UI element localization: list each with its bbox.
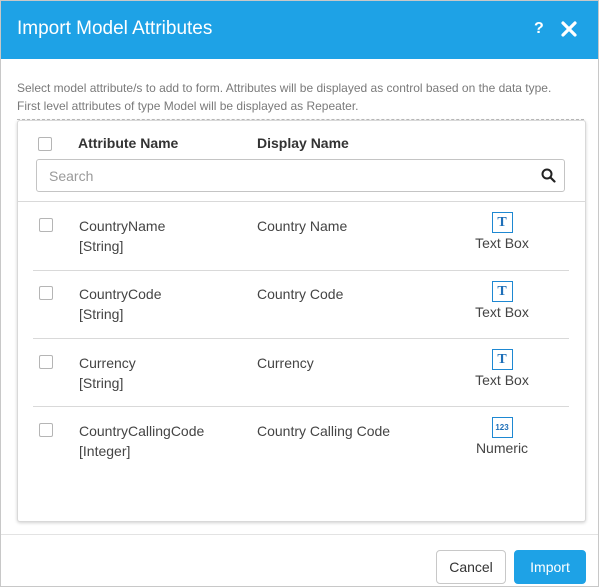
control-type: 123 Numeric xyxy=(462,417,542,456)
row-checkbox[interactable] xyxy=(39,423,53,437)
table-row[interactable]: Currency [String] Currency T Text Box xyxy=(18,339,585,407)
attribute-name: CountryName xyxy=(79,218,166,234)
column-header-attribute-name: Attribute Name xyxy=(78,135,179,151)
dialog-description: Select model attribute/s to add to form.… xyxy=(17,79,589,115)
attribute-name: CountryCode xyxy=(79,286,162,302)
table-row[interactable]: CountryCode [String] Country Code T Text… xyxy=(18,271,585,339)
attribute-type: [String] xyxy=(79,238,124,254)
control-type: T Text Box xyxy=(462,349,542,388)
control-label: Text Box xyxy=(475,304,529,320)
attribute-name-cell: CountryCallingCode [Integer] xyxy=(79,421,204,461)
footer-divider xyxy=(1,534,598,535)
display-name: Currency xyxy=(257,355,314,371)
attribute-type: [Integer] xyxy=(79,443,131,459)
attribute-type: [String] xyxy=(79,375,124,391)
attributes-panel: Attribute Name Display Name CountryName … xyxy=(17,120,586,522)
dialog-title: Import Model Attributes xyxy=(17,18,213,39)
row-checkbox[interactable] xyxy=(39,218,53,232)
numeric-icon: 123 xyxy=(491,417,513,438)
description-line-2: First level attributes of type Model wil… xyxy=(17,99,359,113)
dialog-titlebar: Import Model Attributes ? xyxy=(1,1,598,59)
control-type: T Text Box xyxy=(462,212,542,251)
text-box-icon: T xyxy=(491,281,513,302)
close-icon[interactable] xyxy=(561,17,581,41)
attribute-name-cell: CountryName [String] xyxy=(79,216,165,256)
description-line-1: Select model attribute/s to add to form.… xyxy=(17,81,552,95)
control-type: T Text Box xyxy=(462,281,542,320)
import-model-attributes-dialog: Import Model Attributes ? Select model a… xyxy=(0,0,599,587)
table-row[interactable]: CountryCallingCode [Integer] Country Cal… xyxy=(18,407,585,475)
display-name: Country Code xyxy=(257,286,344,302)
attribute-name-cell: Currency [String] xyxy=(79,353,136,393)
attribute-type: [String] xyxy=(79,306,124,322)
control-label: Text Box xyxy=(475,372,529,388)
display-name: Country Name xyxy=(257,218,348,234)
table-row[interactable]: CountryName [String] Country Name T Text… xyxy=(18,202,585,270)
control-label: Text Box xyxy=(475,235,529,251)
cancel-button[interactable]: Cancel xyxy=(436,550,506,584)
attribute-name: CountryCallingCode xyxy=(79,423,205,439)
text-box-icon: T xyxy=(491,212,513,233)
search-icon[interactable] xyxy=(541,168,556,188)
row-checkbox[interactable] xyxy=(39,286,53,300)
control-label: Numeric xyxy=(475,440,529,456)
row-checkbox[interactable] xyxy=(39,355,53,369)
search-input[interactable] xyxy=(47,165,521,187)
select-all-checkbox[interactable] xyxy=(38,137,52,151)
search-box xyxy=(36,159,565,192)
import-button[interactable]: Import xyxy=(514,550,586,584)
text-box-icon: T xyxy=(491,349,513,370)
column-header-display-name: Display Name xyxy=(257,135,349,151)
attribute-name-cell: CountryCode [String] xyxy=(79,284,162,324)
attribute-name: Currency xyxy=(79,355,136,371)
display-name: Country Calling Code xyxy=(257,423,391,439)
help-icon[interactable]: ? xyxy=(534,18,544,40)
